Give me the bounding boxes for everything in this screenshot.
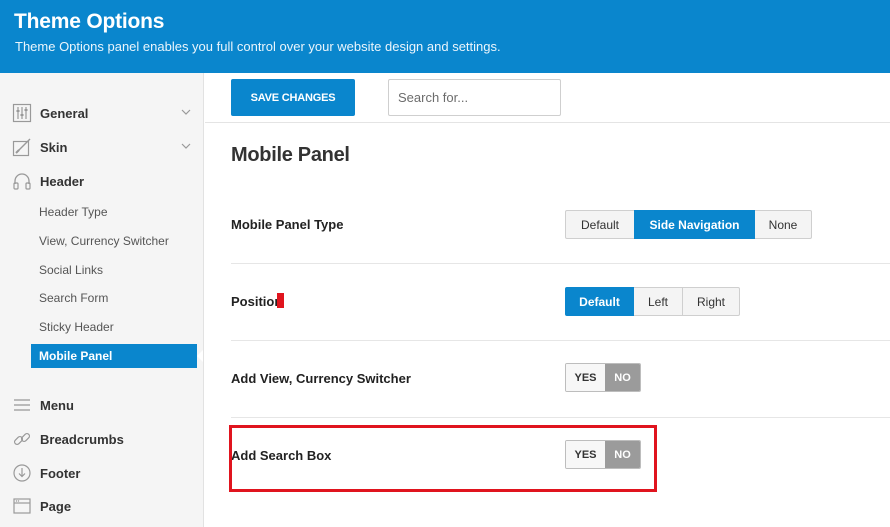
sidebar-subitem-header-type[interactable]: Header Type [39, 201, 108, 223]
option-default[interactable]: Default [565, 210, 635, 239]
chevron-down-icon [181, 143, 191, 149]
search-input[interactable] [388, 79, 561, 116]
mobile-panel-type-selector: Default Side Navigation None [565, 210, 812, 239]
sidebar-item-footer[interactable]: Footer [0, 459, 204, 487]
footer-icon [11, 462, 33, 484]
add-view-currency-switcher-label: Add View, Currency Switcher [231, 371, 411, 386]
sidebar: General Skin Header Header Type View, Cu… [0, 73, 204, 527]
page-header: Theme Options Theme Options panel enable… [0, 0, 890, 73]
sliders-icon [11, 102, 33, 124]
sidebar-subitem-social-links[interactable]: Social Links [39, 259, 103, 281]
sidebar-subitem-mobile-panel[interactable]: Mobile Panel [31, 344, 203, 368]
option-left[interactable]: Left [633, 287, 683, 316]
section-title: Mobile Panel [231, 144, 350, 166]
mobile-panel-type-label: Mobile Panel Type [231, 217, 344, 232]
add-view-currency-switcher-toggle[interactable]: YES NO [565, 363, 641, 392]
sidebar-subitem-label: Mobile Panel [39, 349, 113, 363]
sidebar-item-page[interactable]: Page [0, 492, 204, 520]
sidebar-item-header[interactable]: Header [0, 167, 204, 195]
option-side-navigation[interactable]: Side Navigation [634, 210, 755, 239]
toolbar: SAVE CHANGES [205, 73, 890, 123]
toggle-yes[interactable]: YES [566, 364, 605, 391]
divider [231, 340, 890, 341]
position-selector: Default Left Right [565, 287, 740, 316]
sidebar-item-label: Footer [40, 465, 81, 481]
save-changes-button[interactable]: SAVE CHANGES [231, 79, 355, 116]
sidebar-item-label: Menu [40, 397, 74, 413]
page-title: Theme Options [14, 10, 165, 33]
headphones-icon [11, 170, 33, 192]
sidebar-item-skin[interactable]: Skin [0, 133, 204, 161]
active-indicator [197, 350, 203, 362]
sidebar-item-label: Skin [40, 139, 68, 155]
page-icon [11, 495, 33, 517]
divider [231, 263, 890, 264]
page-subtitle: Theme Options panel enables you full con… [15, 39, 501, 54]
sidebar-item-breadcrumbs[interactable]: Breadcrumbs [0, 425, 204, 453]
sidebar-subitem-view-currency-switcher[interactable]: View, Currency Switcher [39, 230, 169, 252]
sidebar-item-label: Breadcrumbs [40, 431, 124, 447]
sidebar-subitem-search-form[interactable]: Search Form [39, 287, 108, 309]
sidebar-item-label: General [40, 105, 89, 121]
highlight-box [229, 425, 657, 492]
sidebar-item-menu[interactable]: Menu [0, 391, 204, 419]
toggle-no[interactable]: NO [605, 364, 640, 391]
sidebar-item-general[interactable]: General [0, 99, 204, 127]
option-default[interactable]: Default [565, 287, 634, 316]
menu-icon [11, 394, 33, 416]
sidebar-item-label: Header [40, 173, 85, 189]
text-cursor-marker [277, 293, 284, 308]
skin-icon [11, 136, 33, 158]
chevron-down-icon [181, 109, 191, 115]
position-label: Position [231, 294, 283, 309]
option-none[interactable]: None [754, 210, 812, 239]
option-right[interactable]: Right [682, 287, 740, 316]
divider [231, 417, 890, 418]
link-icon [11, 428, 33, 450]
sidebar-item-label: Page [40, 498, 72, 514]
sidebar-subitem-sticky-header[interactable]: Sticky Header [39, 316, 114, 338]
